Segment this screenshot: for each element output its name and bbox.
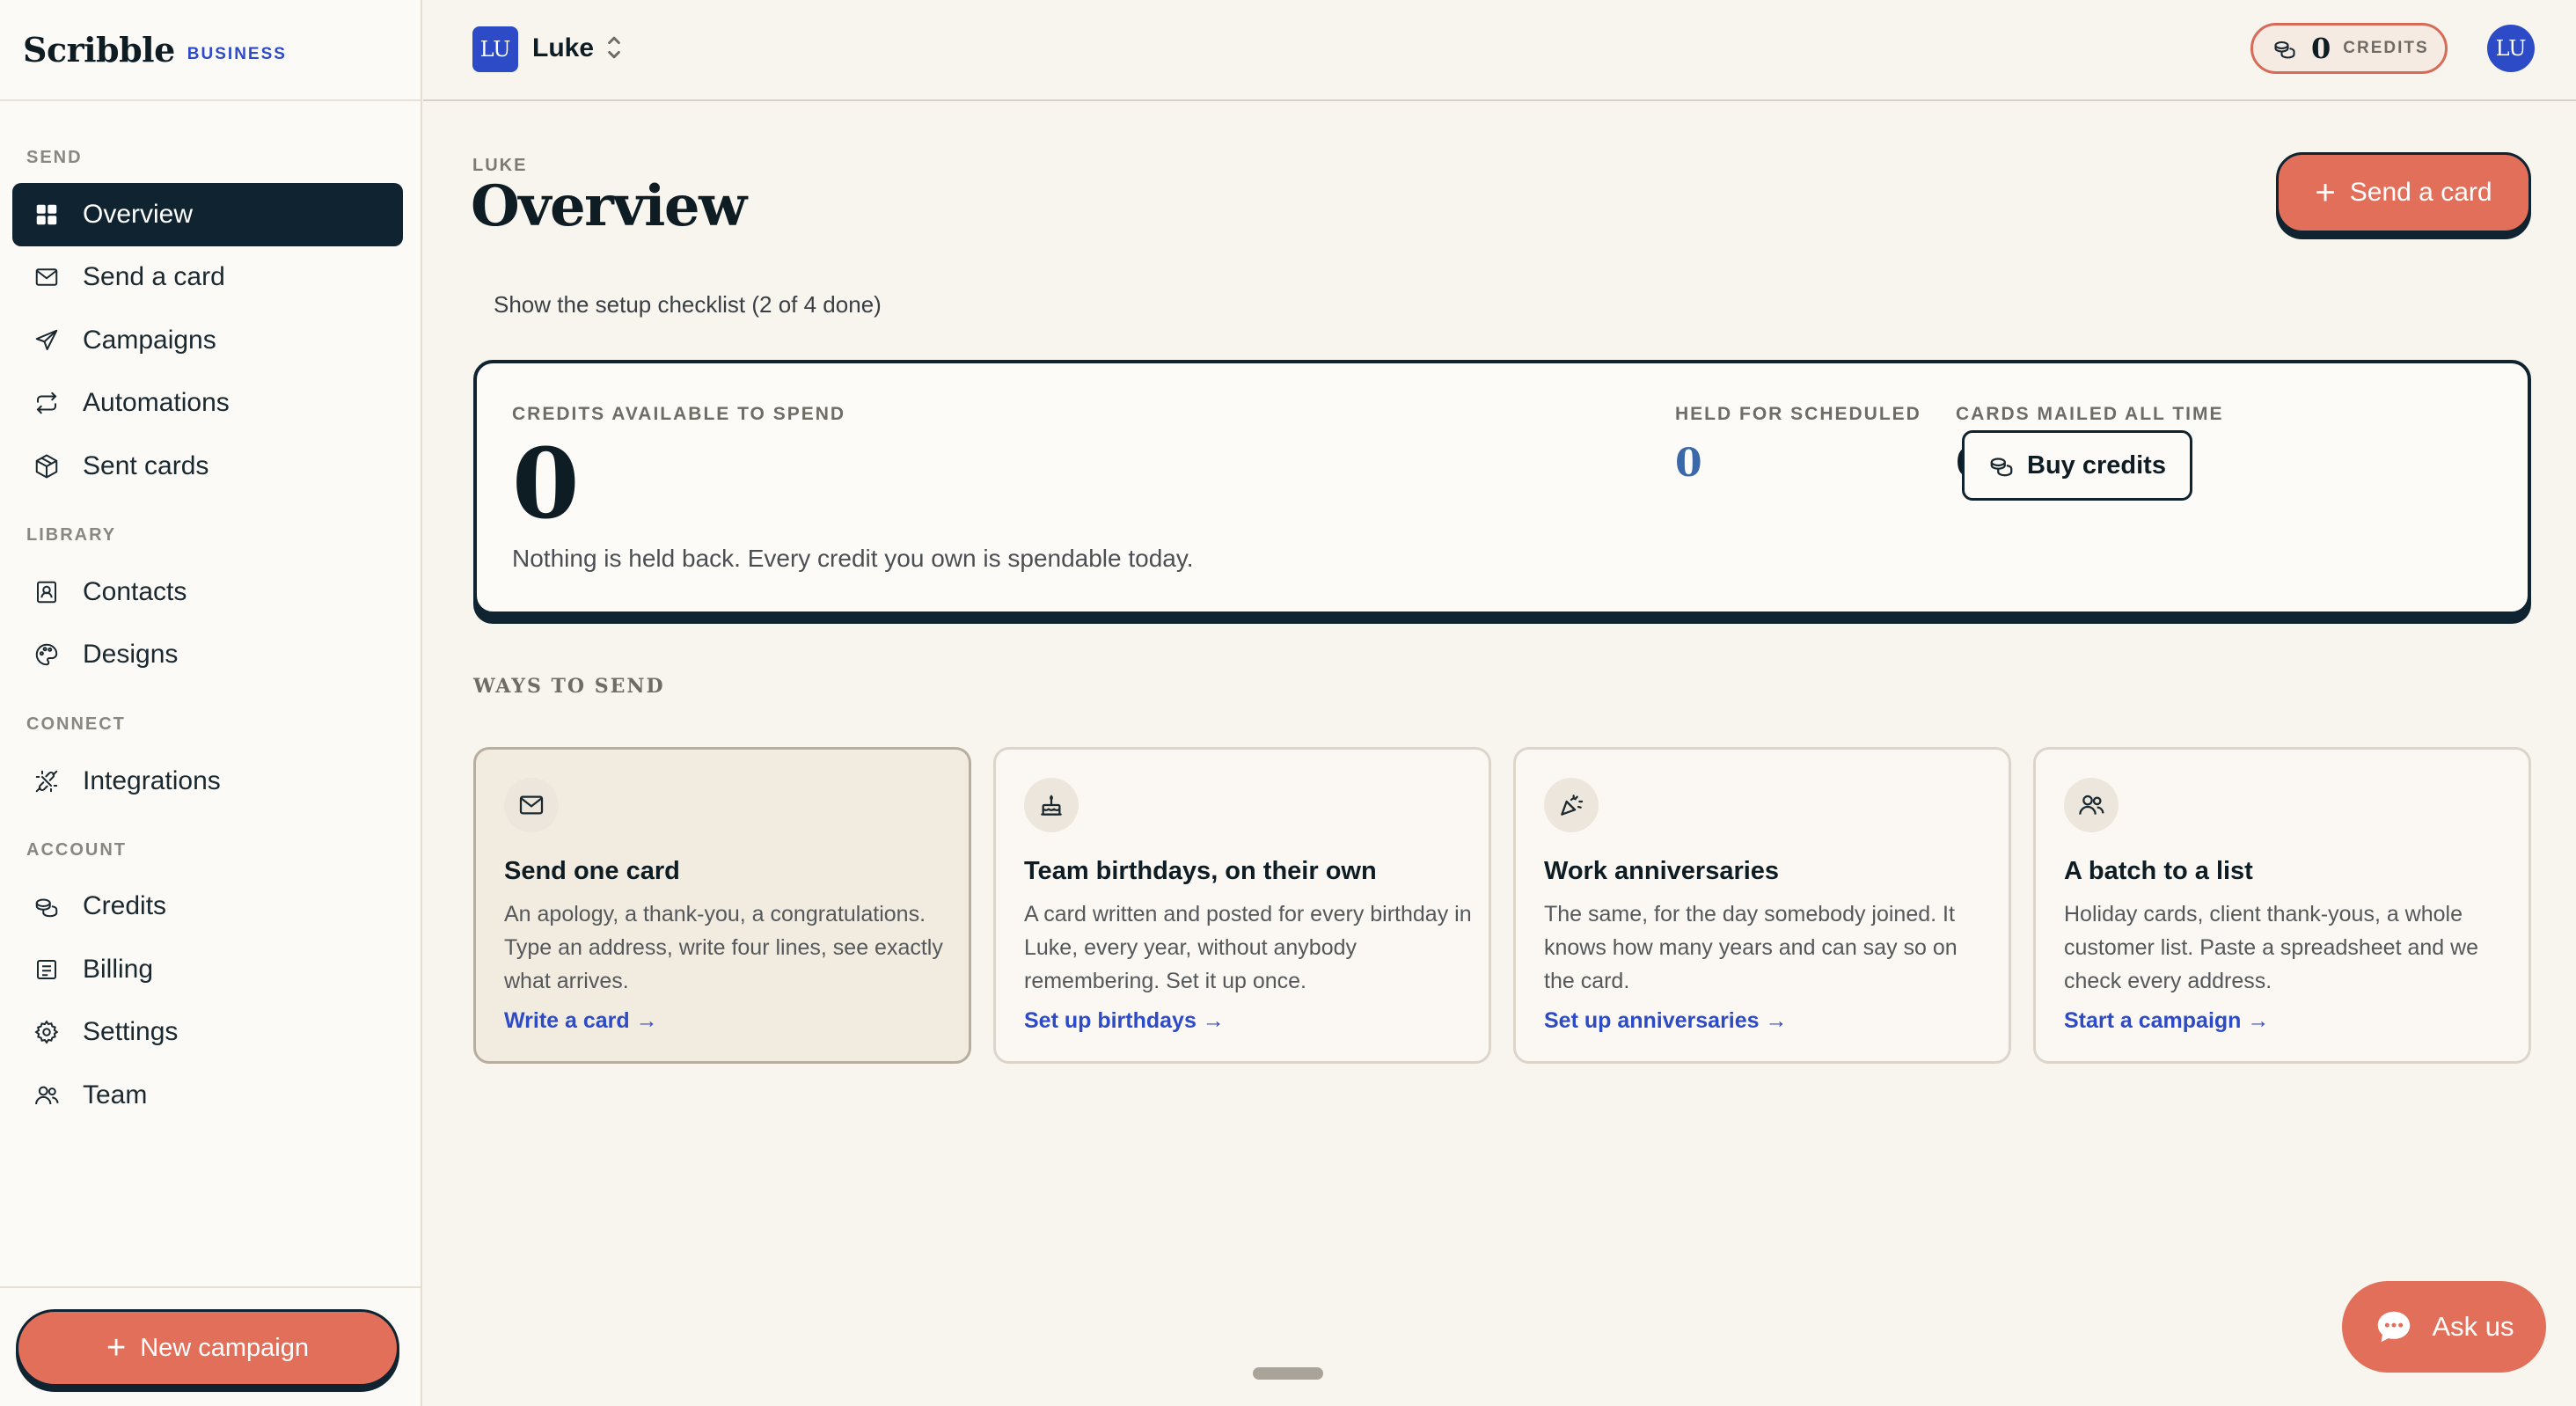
nav-section-connect: CONNECT: [26, 714, 126, 734]
sidebar-item-label: Sent cards: [83, 451, 209, 480]
sidebar-item-integrations[interactable]: Integrations: [12, 750, 403, 813]
scroll-handle[interactable]: [1253, 1367, 1323, 1380]
tile-title: Team birthdays, on their own: [1024, 857, 1377, 885]
avatar[interactable]: LU: [2487, 25, 2535, 72]
credits-available-value: 0: [512, 427, 580, 540]
credits-note: Nothing is held back. Every credit you o…: [512, 545, 1194, 572]
plug-icon: [33, 768, 60, 795]
set-up-birthdays-link[interactable]: Set up birthdays →: [1024, 1008, 1225, 1034]
tile-work-anniversaries[interactable]: Work anniversaries The same, for the day…: [1513, 747, 2011, 1064]
sidebar-item-label: Designs: [83, 640, 179, 669]
tile-team-birthdays[interactable]: Team birthdays, on their own A card writ…: [993, 747, 1491, 1064]
send-a-card-label: Send a card: [2349, 178, 2492, 207]
set-up-anniversaries-link[interactable]: Set up anniversaries →: [1544, 1008, 1788, 1034]
sidebar-item-send-a-card[interactable]: Send a card: [12, 245, 403, 309]
plus-icon: +: [106, 1329, 127, 1366]
envelope-icon: [504, 778, 559, 832]
envelope-icon: [33, 264, 60, 290]
tile-send-one-card[interactable]: Send one card An apology, a thank-you, a…: [473, 747, 971, 1064]
coins-icon: [2274, 40, 2295, 59]
tile-title: Work anniversaries: [1544, 857, 1780, 885]
sidebar-item-contacts[interactable]: Contacts: [12, 560, 403, 624]
nav-section-library: LIBRARY: [26, 525, 117, 545]
held-for-scheduled-label: HELD FOR SCHEDULED: [1675, 404, 1921, 424]
contact-book-icon: [33, 579, 60, 605]
brand[interactable]: Scribble BUSINESS: [0, 0, 421, 101]
write-a-card-link[interactable]: Write a card →: [504, 1008, 658, 1034]
credits-pill[interactable]: 0 CREDITS: [2250, 23, 2448, 74]
brand-tag: BUSINESS: [187, 44, 287, 63]
sidebar-item-automations[interactable]: Automations: [12, 371, 403, 435]
cake-icon: [1024, 778, 1079, 832]
sidebar-item-credits[interactable]: Credits: [12, 875, 403, 938]
repeat-icon: [33, 390, 60, 416]
tile-description: A card written and posted for every birt…: [1024, 902, 1472, 993]
sidebar-item-label: Settings: [83, 1017, 179, 1046]
new-campaign-button[interactable]: + New campaign: [16, 1309, 399, 1387]
chevron-up-down-icon[interactable]: [604, 32, 624, 63]
top-bar: LU Luke 0 CREDITS LU: [423, 0, 2576, 101]
tile-title: Send one card: [504, 857, 680, 885]
grid-icon: [33, 201, 60, 228]
workspace-badge[interactable]: LU: [472, 26, 518, 72]
tile-title: A batch to a list: [2064, 857, 2253, 885]
box-icon: [33, 453, 60, 480]
credits-available-label: CREDITS AVAILABLE TO SPEND: [512, 404, 846, 424]
sidebar-item-label: Automations: [83, 388, 230, 417]
palette-icon: [33, 641, 60, 668]
buy-credits-label: Buy credits: [2027, 450, 2166, 480]
buy-credits-button[interactable]: Buy credits: [1962, 430, 2192, 501]
sidebar-item-settings[interactable]: Settings: [12, 1000, 403, 1064]
workspace-name[interactable]: Luke: [532, 33, 594, 63]
ways-to-send-label: WAYS TO SEND: [473, 675, 665, 698]
ask-us-chat-button[interactable]: Ask us: [2342, 1281, 2546, 1373]
new-campaign-label: New campaign: [140, 1333, 310, 1362]
start-a-campaign-link[interactable]: Start a campaign →: [2064, 1008, 2269, 1034]
tile-description: The same, for the day somebody joined. I…: [1544, 902, 1958, 993]
sidebar-item-label: Credits: [83, 891, 167, 920]
nav-section-account: ACCOUNT: [26, 840, 127, 860]
sidebar-item-sent-cards[interactable]: Sent cards: [12, 435, 403, 498]
paper-plane-icon: [33, 327, 60, 354]
sidebar-item-team[interactable]: Team: [12, 1064, 403, 1127]
tile-description: Holiday cards, client thank-yous, a whol…: [2064, 902, 2479, 993]
sidebar-item-label: Overview: [83, 200, 194, 229]
chat-bubble-icon: [2378, 1311, 2411, 1343]
sidebar-footer: + New campaign: [0, 1286, 421, 1406]
sidebar-item-label: Contacts: [83, 577, 187, 606]
credits-label: CREDITS: [2343, 39, 2429, 57]
setup-checklist-link[interactable]: Show the setup checklist (2 of 4 done): [494, 291, 882, 319]
gear-icon: [33, 1019, 60, 1045]
ask-us-label: Ask us: [2432, 1311, 2514, 1342]
send-a-card-button[interactable]: + Send a card: [2276, 152, 2531, 233]
coins-icon: [1990, 458, 2013, 477]
main-content: LUKE Overview + Send a card Show the set…: [423, 103, 2576, 1406]
receipt-icon: [33, 956, 60, 983]
nav-section-send: SEND: [26, 148, 83, 167]
sidebar-item-overview[interactable]: Overview: [12, 183, 403, 246]
sidebar-item-label: Send a card: [83, 262, 225, 291]
brand-name: Scribble: [23, 30, 175, 70]
plus-icon: +: [2315, 172, 2336, 212]
sidebar-item-label: Integrations: [83, 766, 221, 795]
tile-batch-to-a-list[interactable]: A batch to a list Holiday cards, client …: [2033, 747, 2531, 1064]
sidebar-item-label: Team: [83, 1080, 148, 1109]
sidebar-item-label: Campaigns: [83, 326, 216, 355]
held-for-scheduled-value: 0: [1675, 441, 1702, 486]
sidebar-item-label: Billing: [83, 955, 154, 984]
coins-icon: [33, 893, 60, 919]
sidebar: Scribble BUSINESS SEND Overview Send a c…: [0, 0, 422, 1406]
sidebar-item-campaigns[interactable]: Campaigns: [12, 309, 403, 372]
users-icon: [33, 1082, 60, 1109]
sidebar-item-billing[interactable]: Billing: [12, 938, 403, 1001]
party-popper-icon: [1544, 778, 1599, 832]
page-title: Overview: [471, 173, 747, 239]
cards-mailed-label: CARDS MAILED ALL TIME: [1956, 404, 2224, 424]
credits-count: 0: [2311, 32, 2331, 65]
users-icon: [2064, 778, 2119, 832]
sidebar-item-designs[interactable]: Designs: [12, 623, 403, 686]
tile-description: An apology, a thank-you, a congratulatio…: [504, 902, 943, 993]
credits-summary-card: CREDITS AVAILABLE TO SPEND 0 Nothing is …: [473, 360, 2531, 615]
